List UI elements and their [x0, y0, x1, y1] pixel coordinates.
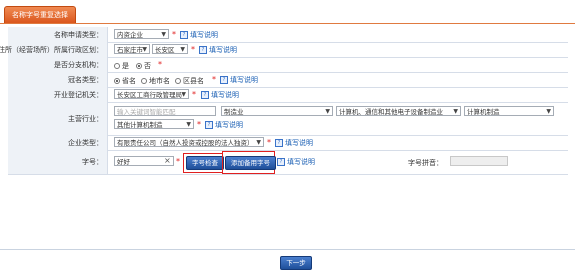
branch-radio-no[interactable]: 否: [136, 61, 151, 71]
pinyin-input[interactable]: [450, 156, 508, 166]
registrar-select[interactable]: 长安区工商行政管理局 ▼: [114, 89, 189, 99]
radio-icon: [114, 63, 120, 69]
required-mark: *: [267, 138, 271, 147]
registrar-help-link[interactable]: ? 填写说明: [201, 90, 239, 100]
industry-level4-select[interactable]: 其他计算机制造 ▼: [114, 119, 194, 129]
crown-label: 冠名类型：: [68, 75, 103, 84]
chevron-down-icon: ▼: [256, 139, 261, 146]
chevron-down-icon: ▼: [180, 46, 185, 53]
required-mark: *: [191, 45, 195, 54]
radio-icon: [175, 78, 181, 84]
company-type-label: 企业类型：: [68, 138, 103, 147]
crown-radio-city[interactable]: 地市名: [141, 76, 170, 86]
industry-level2-select[interactable]: 计算机、通信和其他电子设备制造业 ▼: [336, 106, 461, 116]
chevron-down-icon: ▼: [142, 46, 147, 53]
help-book-icon: ?: [199, 46, 207, 54]
tab-name-repeat-selection[interactable]: 名称字号重复选择: [4, 6, 76, 24]
apply-type-help-link[interactable]: ? 填写说明: [180, 30, 218, 40]
help-book-icon: ?: [201, 91, 209, 99]
radio-icon: [141, 78, 147, 84]
help-book-icon: ?: [180, 31, 188, 39]
row-company-type: 企业类型： 有限责任公司（自然人投资或控股的法人独资） ▼ * ? 填写说明: [8, 135, 568, 151]
add-backup-brand-button[interactable]: 添加备用字号: [225, 156, 276, 170]
required-mark: *: [212, 75, 216, 84]
branch-radio-yes[interactable]: 是: [114, 61, 129, 71]
apply-type-select[interactable]: 内资企业 ▼: [114, 29, 169, 39]
radio-selected-icon: [136, 63, 142, 69]
row-brand: 字号： 好好 × * 字号检查 添加备用字号 ? 填写说明 字号拼音：: [8, 150, 568, 175]
city-select[interactable]: 石家庄市 ▼: [114, 44, 150, 54]
residence-help-link[interactable]: ? 填写说明: [199, 45, 237, 55]
chevron-down-icon: ▼: [325, 108, 330, 115]
help-book-icon: ?: [277, 158, 285, 166]
required-mark: *: [176, 157, 180, 166]
industry-label: 主营行业：: [68, 114, 103, 123]
apply-type-value: 内资企业: [117, 31, 143, 39]
apply-type-label: 名称申请类型：: [54, 30, 103, 39]
required-mark: *: [158, 60, 162, 69]
chevron-down-icon: ▼: [186, 121, 191, 128]
crown-radio-province[interactable]: 省名: [114, 76, 136, 86]
branch-label: 是否分支机构：: [54, 60, 103, 69]
chevron-down-icon: ▼: [546, 108, 551, 115]
row-apply-type: 名称申请类型： 内资企业 ▼ * ? 填写说明: [8, 27, 568, 43]
row-industry: 主营行业： 输入关键词智能匹配 制造业 ▼ 计算机、通信和其他电子设备制造业 ▼…: [8, 102, 568, 136]
crown-radio-county[interactable]: 区县名: [175, 76, 204, 86]
row-registrar: 开业登记机关： 长安区工商行政管理局 ▼ * ? 填写说明: [8, 87, 568, 103]
required-mark: *: [197, 120, 201, 129]
row-crown-type: 冠名类型： 省名 地市名 区县名 * ? 填写说明: [8, 72, 568, 88]
radio-selected-icon: [114, 78, 120, 84]
clear-icon[interactable]: ×: [164, 156, 171, 166]
registrar-label: 开业登记机关：: [54, 90, 103, 99]
required-mark: *: [192, 90, 196, 99]
industry-search-input[interactable]: 输入关键词智能匹配: [114, 106, 216, 116]
chevron-down-icon: ▼: [181, 91, 186, 98]
chevron-down-icon: ▼: [161, 31, 166, 38]
next-step-button[interactable]: 下一步: [280, 256, 312, 270]
row-branch: 是否分支机构： 是 否 *: [8, 57, 568, 73]
crown-help-link[interactable]: ? 填写说明: [220, 75, 258, 85]
label-cell: 名称申请类型：: [8, 27, 108, 42]
residence-label: 住所（经营场所）所属行政区划：: [0, 45, 103, 54]
industry-level1-select[interactable]: 制造业 ▼: [221, 106, 333, 116]
industry-help-link[interactable]: ? 填写说明: [205, 120, 243, 130]
help-book-icon: ?: [220, 76, 228, 84]
brand-label: 字号：: [82, 158, 103, 166]
required-mark: *: [172, 30, 176, 39]
brand-help-link[interactable]: ? 填写说明: [277, 157, 315, 167]
brand-check-button[interactable]: 字号检查: [186, 156, 224, 170]
tab-underline: [0, 23, 575, 24]
district-select[interactable]: 长安区 ▼: [152, 44, 188, 54]
industry-level3-select[interactable]: 计算机制造 ▼: [464, 106, 554, 116]
footer-divider: [0, 249, 575, 250]
tab-bar: 名称字号重复选择: [0, 0, 575, 24]
chevron-down-icon: ▼: [453, 108, 458, 115]
company-type-select[interactable]: 有限责任公司（自然人投资或控股的法人独资） ▼: [114, 137, 264, 147]
company-type-help-link[interactable]: ? 填写说明: [275, 138, 313, 148]
pinyin-label: 字号拼音：: [408, 159, 443, 167]
help-book-icon: ?: [205, 121, 213, 129]
row-residence: 住所（经营场所）所属行政区划： 石家庄市 ▼ 长安区 ▼ * ? 填写说明: [0, 42, 568, 58]
help-book-icon: ?: [275, 139, 283, 147]
